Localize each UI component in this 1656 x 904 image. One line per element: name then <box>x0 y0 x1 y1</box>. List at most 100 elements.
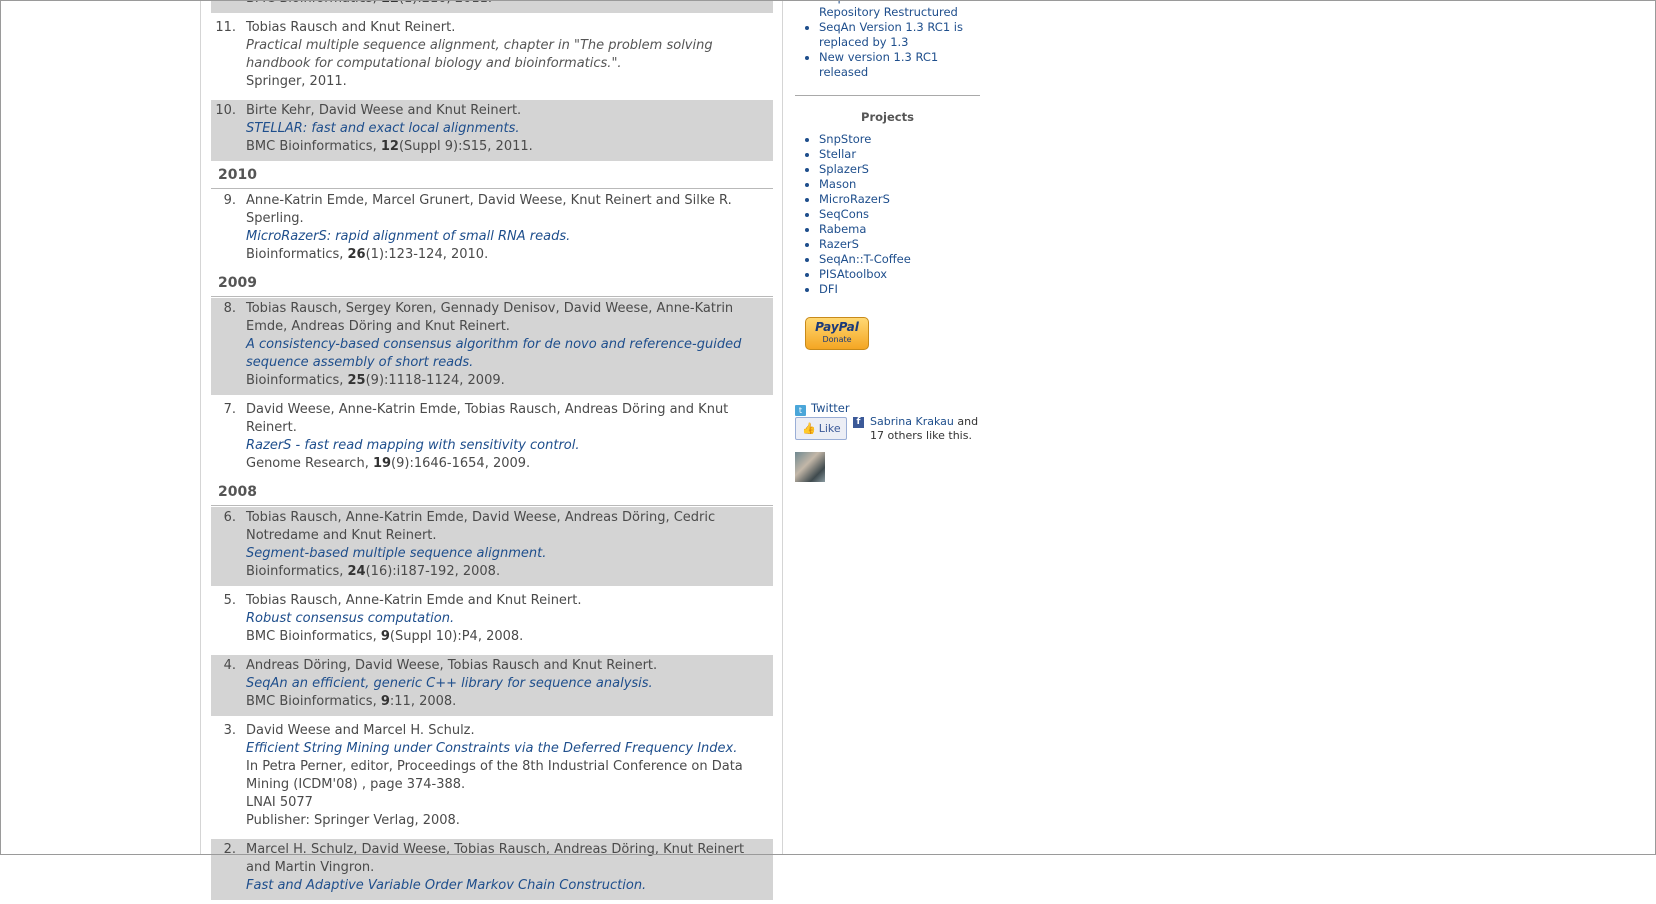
news-link[interactable]: SeqAn Version 1.3 RC1 is replaced by 1.3 <box>819 20 963 49</box>
publication-venue: BMC Bioinformatics, 12(Suppl 9):S15, 201… <box>246 138 767 156</box>
list-item: SeqAn Subversion Repository Restructured <box>819 0 980 20</box>
list-item: RazerS <box>819 237 911 252</box>
publication-title-link[interactable]: STELLAR: fast and exact local alignments… <box>246 120 767 138</box>
publication-number: 8. <box>223 301 236 316</box>
list-item: SeqAn::T-Coffee <box>819 252 911 267</box>
publication-title: Practical multiple sequence alignment, c… <box>246 38 713 71</box>
publication-title-link[interactable]: Robust consensus computation. <box>246 610 767 628</box>
project-link[interactable]: DFI <box>819 282 838 296</box>
facebook-avatar[interactable] <box>795 452 825 482</box>
news-link[interactable]: SeqAn Subversion Repository Restructured <box>819 0 958 19</box>
venue-volume: 9 <box>380 694 390 709</box>
venue-name: BMC Bioinformatics, <box>246 0 381 6</box>
publication-title-link[interactable]: A consistency-based consensus algorithm … <box>246 336 767 372</box>
list-item: Rabema <box>819 222 911 237</box>
list-item: SnpStore <box>819 132 911 147</box>
project-link[interactable]: SplazerS <box>819 162 869 176</box>
publication-entry: 5. Tobias Rausch, Anne-Katrin Emde and Kn… <box>211 590 773 651</box>
publication-number: 5. <box>223 593 236 608</box>
publication-title-link[interactable]: Segment-based multiple sequence alignmen… <box>246 545 767 563</box>
venue-details: (9):1118-1124, 2009. <box>365 373 505 388</box>
project-link[interactable]: RazerS <box>819 237 859 251</box>
publication-venue: Springer, 2011. <box>246 73 767 91</box>
donate-label: Donate <box>822 335 852 344</box>
publication-venue: Bioinformatics, 25(9):1118-1124, 2009. <box>246 372 767 390</box>
venue-volume: 26 <box>347 247 366 262</box>
venue-details: (Suppl 9):S15, 2011. <box>398 139 533 154</box>
publication-authors: Tobias Rausch, Anne-Katrin Emde, David W… <box>246 510 716 543</box>
publication-venue: BMC Bioinformatics, 9:11, 2008. <box>246 693 767 711</box>
facebook-friend-link[interactable]: Sabrina Krakau <box>870 415 954 428</box>
project-link[interactable]: SnpStore <box>819 132 871 146</box>
venue-details: (16):i187-192, 2008. <box>365 564 501 579</box>
publication-authors: Andreas Döring, David Weese, Tobias Raus… <box>246 658 658 673</box>
content-left-border <box>200 0 201 855</box>
venue-volume: 12 <box>380 139 399 154</box>
project-link[interactable]: Rabema <box>819 222 866 236</box>
publication-authors: David Weese and Marcel H. Schulz. <box>246 723 475 738</box>
project-link[interactable]: SeqCons <box>819 207 869 221</box>
paypal-donate-button[interactable]: PayPal Donate <box>805 317 869 350</box>
venue-volume: 25 <box>347 373 366 388</box>
content-sidebar-divider <box>782 0 783 855</box>
list-item: DFI <box>819 282 911 297</box>
list-item: SplazerS <box>819 162 911 177</box>
project-link[interactable]: Stellar <box>819 147 856 161</box>
publication-entry: 3. David Weese and Marcel H. Schulz. Effic… <box>211 720 773 835</box>
list-item: Stellar <box>819 147 911 162</box>
list-item: New version 1.3 RC1 released <box>819 50 980 80</box>
publication-entry: 6. Tobias Rausch, Anne-Katrin Emde, David… <box>211 507 773 586</box>
venue-name: Bioinformatics, <box>246 373 348 388</box>
project-link[interactable]: Mason <box>819 177 856 191</box>
publication-authors: Tobias Rausch and Knut Reinert. <box>246 20 456 35</box>
list-item: MicroRazerS <box>819 192 911 207</box>
publication-title-link[interactable]: SeqAn an efficient, generic C++ library … <box>246 675 767 693</box>
venue-details: (9):1646-1654, 2009. <box>391 456 531 471</box>
publication-number: 9. <box>223 193 236 208</box>
facebook-icon: f <box>853 417 864 428</box>
publication-venue: Bioinformatics, 26(1):123-124, 2010. <box>246 246 767 264</box>
thumbs-up-icon: 👍 <box>802 422 816 435</box>
facebook-like-button[interactable]: 👍 Like <box>795 417 847 440</box>
publication-authors: Tobias Rausch, Sergey Koren, Gennady Den… <box>246 301 734 334</box>
publication-entry: 7. David Weese, Anne-Katrin Emde, Tobias … <box>211 399 773 478</box>
publication-title-link[interactable]: Efficient String Mining under Constraint… <box>246 740 767 758</box>
publication-venue: Genome Research, 19(9):1646-1654, 2009. <box>246 455 767 473</box>
news-list: SeqAn Subversion Repository Restructured… <box>795 0 980 80</box>
publication-authors: Anne-Katrin Emde, Marcel Grunert, David … <box>246 193 732 226</box>
year-label: 2008 <box>218 484 257 500</box>
publication-entry: 8. Tobias Rausch, Sergey Koren, Gennady D… <box>211 298 773 395</box>
list-item: SeqAn Version 1.3 RC1 is replaced by 1.3 <box>819 20 980 50</box>
publication-title-link[interactable]: MicroRazerS: rapid alignment of small RN… <box>246 228 767 246</box>
like-label: Like <box>818 422 841 435</box>
venue-volume: 24 <box>347 564 366 579</box>
publication-title-link[interactable]: RazerS - fast read mapping with sensitiv… <box>246 437 767 455</box>
paypal-logo: PayPal <box>815 320 859 334</box>
project-link[interactable]: MicroRazerS <box>819 192 890 206</box>
project-link[interactable]: SeqAn::T-Coffee <box>819 252 911 266</box>
list-item: SeqCons <box>819 207 911 222</box>
venue-volume: 9 <box>380 629 390 644</box>
publication-venue: BMC Bioinformatics, 9(Suppl 10):P4, 2008… <box>246 628 767 646</box>
news-link[interactable]: New version 1.3 RC1 released <box>819 50 938 79</box>
twitter-icon: t <box>795 405 806 416</box>
publication-title-link[interactable]: Fast and Adaptive Variable Order Markov … <box>246 877 767 895</box>
publication-number: 6. <box>223 510 236 525</box>
publication-venue: BMC Bioinformatics, 12(1):210, 2011. <box>246 0 767 8</box>
publication-detail: In Petra Perner, editor, Proceedings of … <box>246 759 743 792</box>
venue-details: (Suppl 10):P4, 2008. <box>389 629 524 644</box>
publication-entry: 11. Tobias Rausch and Knut Reinert. Practi… <box>211 17 773 96</box>
year-heading: 2008 <box>211 482 773 506</box>
venue-name: Bioinformatics, <box>246 564 348 579</box>
year-heading: 2009 <box>211 273 773 297</box>
publication-entry: 9. Anne-Katrin Emde, Marcel Grunert, Davi… <box>211 190 773 269</box>
project-link[interactable]: PISAtoolbox <box>819 267 887 281</box>
twitter-link[interactable]: t Twitter <box>795 401 850 416</box>
venue-details: :11, 2008. <box>389 694 457 709</box>
publication-detail: LNAI 5077 <box>246 795 313 810</box>
year-heading: 2010 <box>211 165 773 189</box>
publication-list: BMC Bioinformatics, 12(1):210, 2011. 11.T… <box>211 0 773 904</box>
venue-name: Springer, 2011. <box>246 74 347 89</box>
venue-name: BMC Bioinformatics, <box>246 694 381 709</box>
projects-heading: Projects <box>861 110 914 124</box>
